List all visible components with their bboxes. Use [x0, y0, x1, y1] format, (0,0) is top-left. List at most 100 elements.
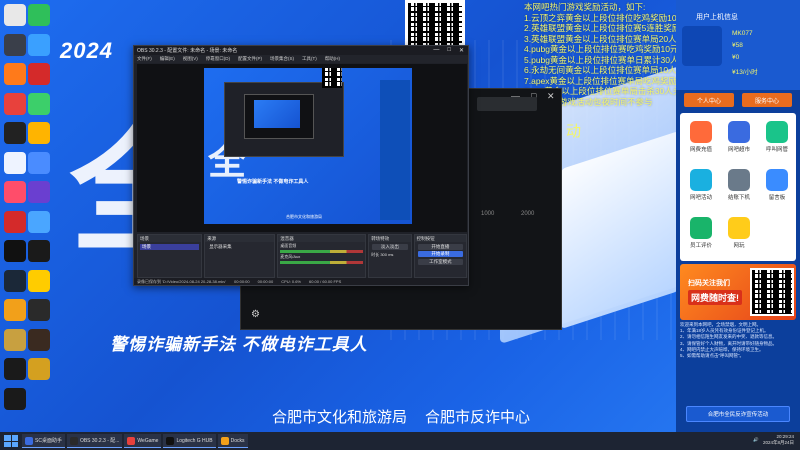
- obs-status-item: 00:00:00: [234, 279, 250, 284]
- studio-mode-button[interactable]: 工作室模式: [417, 258, 463, 265]
- transition-select[interactable]: 淡入淡出: [372, 243, 408, 250]
- desktop-app-icon[interactable]: [4, 358, 26, 380]
- service-center-button[interactable]: 服务中心: [742, 93, 792, 107]
- user-info-card: 用户上机信息 MK077 ¥58 ¥0 ¥13/小时: [676, 0, 800, 90]
- announcement-line: 1.云顶之弈黄金以上段位排位吃鸡奖励10元网费: [524, 12, 703, 23]
- close-icon[interactable]: ✕: [459, 47, 464, 54]
- preview-right-panel: [380, 80, 410, 220]
- obs-window[interactable]: OBS 30.2.3 - 配置文件: 未命名 - 场景: 未命名 — □ ✕ 文…: [133, 45, 469, 286]
- qr-code-image: [750, 268, 794, 316]
- desktop-app-icon[interactable]: [4, 299, 26, 321]
- desktop-app-icon[interactable]: [4, 33, 26, 56]
- duration-value[interactable]: 300 ms: [380, 252, 393, 257]
- wallpaper-year: 2024: [60, 38, 113, 63]
- desktop-app-icon[interactable]: [4, 328, 26, 351]
- service-item[interactable]: 留言板: [760, 169, 794, 201]
- obs-menu-item[interactable]: 配置文件(P): [238, 56, 262, 62]
- obs-status-item: 录像已保存到 'D:/Video/2024-08-24 20-28-38.mkv…: [137, 278, 227, 284]
- service-item[interactable]: 网费充值: [684, 121, 718, 153]
- app-icon: [69, 436, 78, 445]
- obs-menu-item[interactable]: 帮助(H): [325, 56, 340, 62]
- obs-menu-item[interactable]: 停靠窗口(D): [206, 56, 230, 62]
- service-item[interactable]: 结账下机: [722, 169, 756, 201]
- wallpaper-slogan: 警惕诈骗新手法 不做电诈工具人: [110, 335, 368, 354]
- desktop-app-icon[interactable]: [4, 4, 26, 26]
- start-menu-icon[interactable]: [4, 435, 18, 447]
- desktop-app-icon[interactable]: [4, 92, 26, 115]
- taskbar-task[interactable]: Docks: [217, 434, 248, 448]
- desktop-app-icon[interactable]: [4, 210, 26, 233]
- obs-title-bar[interactable]: OBS 30.2.3 - 配置文件: 未命名 - 场景: 未命名 — □ ✕: [134, 46, 468, 55]
- desktop-app-icon[interactable]: [28, 33, 50, 56]
- obs-menu-item[interactable]: 编辑(E): [160, 56, 175, 62]
- desktop-app-icon[interactable]: [4, 387, 26, 410]
- scene-item[interactable]: 场景: [140, 244, 200, 250]
- desktop-app-icon[interactable]: [28, 358, 50, 380]
- close-icon[interactable]: ✕: [547, 91, 555, 102]
- desktop-app-icon[interactable]: [28, 181, 50, 203]
- obs-menu-item[interactable]: 文件(F): [137, 56, 152, 62]
- desktop-app-icon[interactable]: [28, 122, 50, 144]
- desktop-app-icon[interactable]: [28, 328, 50, 351]
- desktop-app-icon[interactable]: [28, 269, 50, 292]
- desktop-app-icon[interactable]: [28, 210, 50, 233]
- user-info-title: 用户上机信息: [696, 14, 738, 21]
- desktop-app-icon[interactable]: [28, 151, 50, 174]
- desktop-app-icon[interactable]: [4, 151, 26, 174]
- app-icon: [220, 436, 229, 445]
- axis-tick: 2000: [521, 211, 535, 217]
- desktop-app-icon[interactable]: [28, 92, 50, 115]
- start-recording-button[interactable]: 开始录制: [417, 251, 463, 257]
- obs-status-item: 00:00:00: [257, 279, 274, 284]
- sources-dock: 来源 显示器采集: [204, 234, 276, 278]
- taskbar-task[interactable]: SC桌面助手: [22, 434, 65, 448]
- service-label: 网吧活动: [689, 195, 712, 201]
- desktop-app-icon[interactable]: [28, 63, 50, 85]
- obs-menu-item[interactable]: 场景集合(S): [270, 56, 294, 62]
- desktop-app-icon[interactable]: [4, 63, 26, 85]
- service-item[interactable]: 网吧活动: [684, 169, 718, 201]
- service-item[interactable]: 网吧超市: [722, 121, 756, 153]
- maximize-icon[interactable]: □: [447, 47, 451, 54]
- user-id: MK077: [732, 30, 753, 37]
- service-label: 网吧超市: [727, 147, 750, 153]
- anti-fraud-banner-button[interactable]: 合肥市全民反诈宣传活动: [686, 406, 790, 422]
- desktop-app-icon[interactable]: [28, 299, 50, 321]
- desktop-app-icon[interactable]: [4, 181, 26, 203]
- desktop-app-icon[interactable]: [28, 240, 50, 262]
- scan-line-1: 扫码关注我们: [688, 280, 730, 287]
- obs-menu-item[interactable]: 视图(V): [183, 56, 198, 62]
- transitions-dock-title: 转场特效: [369, 235, 411, 242]
- mixer-dock-title: 混音器: [278, 235, 366, 242]
- desktop-app-icon[interactable]: [4, 269, 26, 292]
- desktop-app-icon[interactable]: [4, 122, 26, 144]
- taskbar-task[interactable]: Logitech G HUB: [163, 434, 216, 448]
- scan-follow-card[interactable]: 扫码关注我们 网费随时查!: [680, 264, 796, 320]
- obs-preview-area[interactable]: 全 警惕诈骗新手法 不做电诈工具人 合肥市文化和旅游局: [137, 64, 467, 232]
- netcafe-client-panel: 用户上机信息 MK077 ¥58 ¥0 ¥13/小时 个人中心 服务中心 网费充…: [676, 0, 800, 432]
- app-icon: [127, 436, 136, 445]
- service-item[interactable]: 网玩: [722, 217, 756, 249]
- service-label: 员工评价: [689, 243, 712, 249]
- service-item[interactable]: 员工评价: [684, 217, 718, 249]
- preview-qr-code: [322, 68, 342, 88]
- taskbar-task-label: SC桌面助手: [35, 438, 62, 444]
- service-label: 呼叫网管: [765, 147, 788, 153]
- service-grid: 网费充值 网吧超市 呼叫网管网吧活动 结账下机 留言板员工评价 网玩: [680, 113, 796, 261]
- desktop-icon-area: [0, 0, 52, 430]
- taskbar-task[interactable]: WeGame: [124, 434, 162, 448]
- dark-toolbar: [477, 97, 537, 111]
- start-streaming-button[interactable]: 开始直播: [417, 243, 463, 250]
- clock[interactable]: 20:29:24 2024年8月24日: [763, 434, 794, 446]
- minimize-icon[interactable]: —: [433, 47, 439, 54]
- volume-icon[interactable]: 🔊: [753, 437, 759, 443]
- desktop-app-icon[interactable]: [28, 4, 50, 26]
- controls-dock-title: 控制按钮: [414, 235, 466, 242]
- personal-center-button[interactable]: 个人中心: [684, 93, 734, 107]
- gear-icon[interactable]: ⚙: [251, 309, 260, 320]
- desktop-app-icon[interactable]: [4, 240, 26, 262]
- obs-menu-item[interactable]: 工具(T): [302, 56, 317, 62]
- service-item[interactable]: 呼叫网管: [760, 121, 794, 153]
- source-item[interactable]: 显示器采集: [207, 244, 272, 250]
- taskbar-task[interactable]: OBS 30.2.3 - 配...: [66, 434, 123, 448]
